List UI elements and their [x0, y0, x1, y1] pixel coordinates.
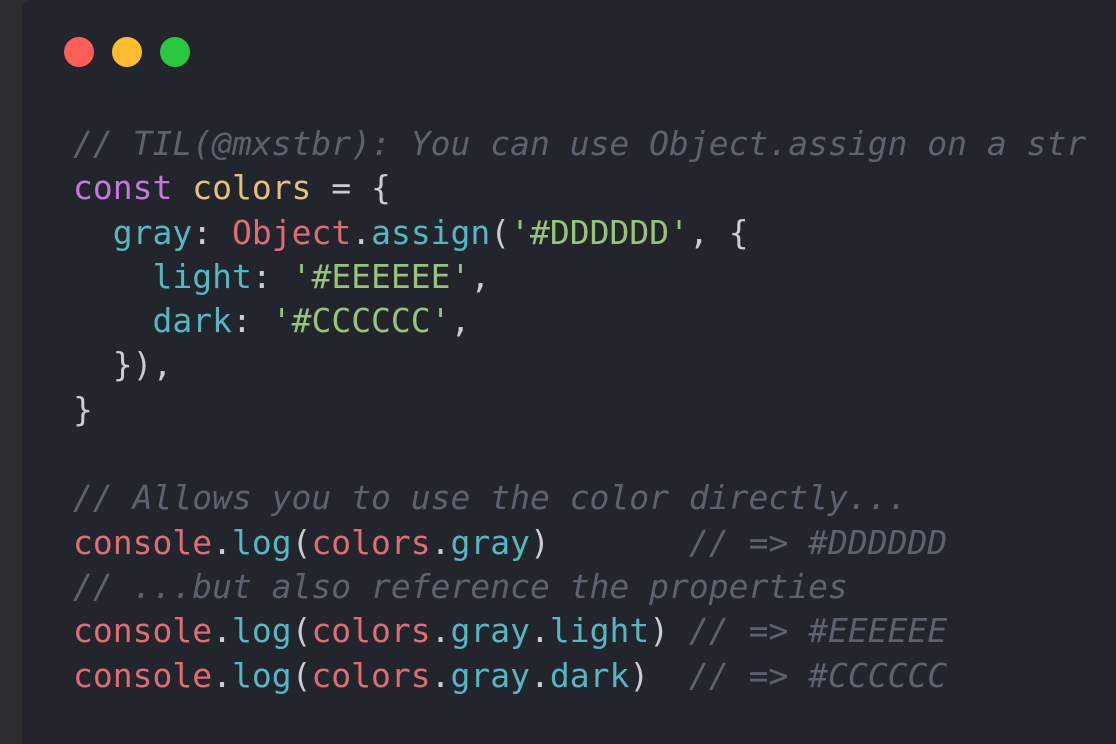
code-token-punct: . [351, 212, 372, 252]
code-token-keyword: const [73, 168, 173, 208]
code-token-comment: // => #DDDDDD [688, 522, 948, 562]
code-token-punct: , [450, 301, 471, 341]
code-token-str: '#DDDDDD' [510, 212, 689, 252]
code-token-prop: gray [112, 212, 193, 252]
code-token-func: log [231, 522, 292, 562]
code-line: console.log(colors.gray.dark) // => #CCC… [73, 654, 1086, 698]
code-token-punct: : [251, 256, 292, 296]
code-token-prop: gray [450, 655, 531, 695]
code-token-prop: gray [450, 611, 531, 651]
code-line: // TIL(@mxstbr): You can use Object.assi… [73, 122, 1086, 166]
code-token-punct: . [430, 522, 451, 562]
code-token-prop: dark [152, 301, 232, 341]
code-token-obj: colors [311, 522, 431, 562]
code-token-str: '#CCCCCC' [271, 301, 451, 341]
code-token-punct: ( [490, 212, 511, 252]
code-token-prop: light [549, 611, 650, 651]
code-token-comment: // => #EEEEEE [688, 611, 948, 651]
code-token-punct: ( [291, 522, 312, 562]
maximize-dot-icon[interactable] [160, 37, 190, 67]
code-token-punct: . [530, 611, 550, 651]
code-line: // Allows you to use the color directly.… [73, 476, 1086, 520]
code-token-func: log [231, 655, 292, 695]
code-token-punct: , [470, 256, 491, 296]
code-token-punct: . [530, 655, 550, 695]
code-token-var: colors [192, 168, 312, 208]
code-token-str: '#EEEEEE' [291, 256, 471, 296]
code-line: }), [73, 343, 1086, 387]
code-token-punct: . [430, 655, 451, 695]
code-token-punct: }), [73, 345, 173, 385]
code-line: console.log(colors.gray) // => #DDDDDD [73, 521, 1086, 565]
window-controls [64, 37, 190, 67]
code-token-punct: . [430, 611, 451, 651]
code-token-punct: : [231, 301, 272, 341]
minimize-dot-icon[interactable] [112, 37, 142, 67]
code-token-comment: // => #CCCCCC [688, 655, 948, 695]
code-token-prop: light [152, 256, 252, 296]
code-token-obj: console [73, 522, 213, 562]
code-line: dark: '#CCCCCC', [73, 299, 1086, 343]
code-token-func: assign [371, 212, 491, 252]
close-dot-icon[interactable] [64, 37, 94, 67]
code-token-punct: ) [629, 655, 689, 695]
code-token-punct: , { [688, 212, 749, 252]
code-block: // TIL(@mxstbr): You can use Object.assi… [73, 122, 1086, 698]
code-token-obj: console [73, 611, 213, 651]
code-token-punct: } [73, 389, 93, 429]
code-line: gray: Object.assign('#DDDDDD', { [73, 211, 1086, 255]
code-token-obj: colors [311, 611, 431, 651]
code-token-punct: = { [311, 168, 391, 208]
code-token-punct: ) [649, 611, 689, 651]
code-token-punct [73, 257, 152, 296]
code-line: const colors = { [73, 166, 1086, 210]
code-token-comment: // ...but also reference the properties [73, 566, 848, 606]
code-token-comment: // TIL(@mxstbr): You can use Object.assi… [73, 124, 1087, 163]
code-token-prop: dark [549, 655, 630, 695]
code-token-punct: ( [291, 611, 312, 651]
code-token-prop: gray [450, 522, 531, 562]
code-line: } [73, 388, 1086, 432]
code-token-punct: : [192, 212, 232, 252]
code-window: // TIL(@mxstbr): You can use Object.assi… [22, 0, 1116, 744]
code-token-punct: . [212, 522, 232, 562]
code-token-punct [172, 168, 192, 207]
code-token-func: log [231, 611, 292, 651]
code-token-comment: // Allows you to use the color directly.… [73, 478, 908, 518]
code-token-punct: . [212, 611, 232, 651]
code-token-punct: . [212, 655, 232, 695]
code-line: // ...but also reference the properties [73, 565, 1086, 609]
code-token-obj: Object [231, 212, 352, 252]
code-token-punct [73, 301, 152, 340]
code-token-punct: ( [291, 655, 312, 695]
code-token-obj: colors [311, 655, 431, 695]
code-token-obj: console [73, 655, 213, 695]
code-token-punct: ) [530, 522, 689, 562]
code-line: light: '#EEEEEE', [73, 255, 1086, 299]
code-token-punct [73, 213, 113, 252]
code-line: console.log(colors.gray.light) // => #EE… [73, 609, 1086, 653]
